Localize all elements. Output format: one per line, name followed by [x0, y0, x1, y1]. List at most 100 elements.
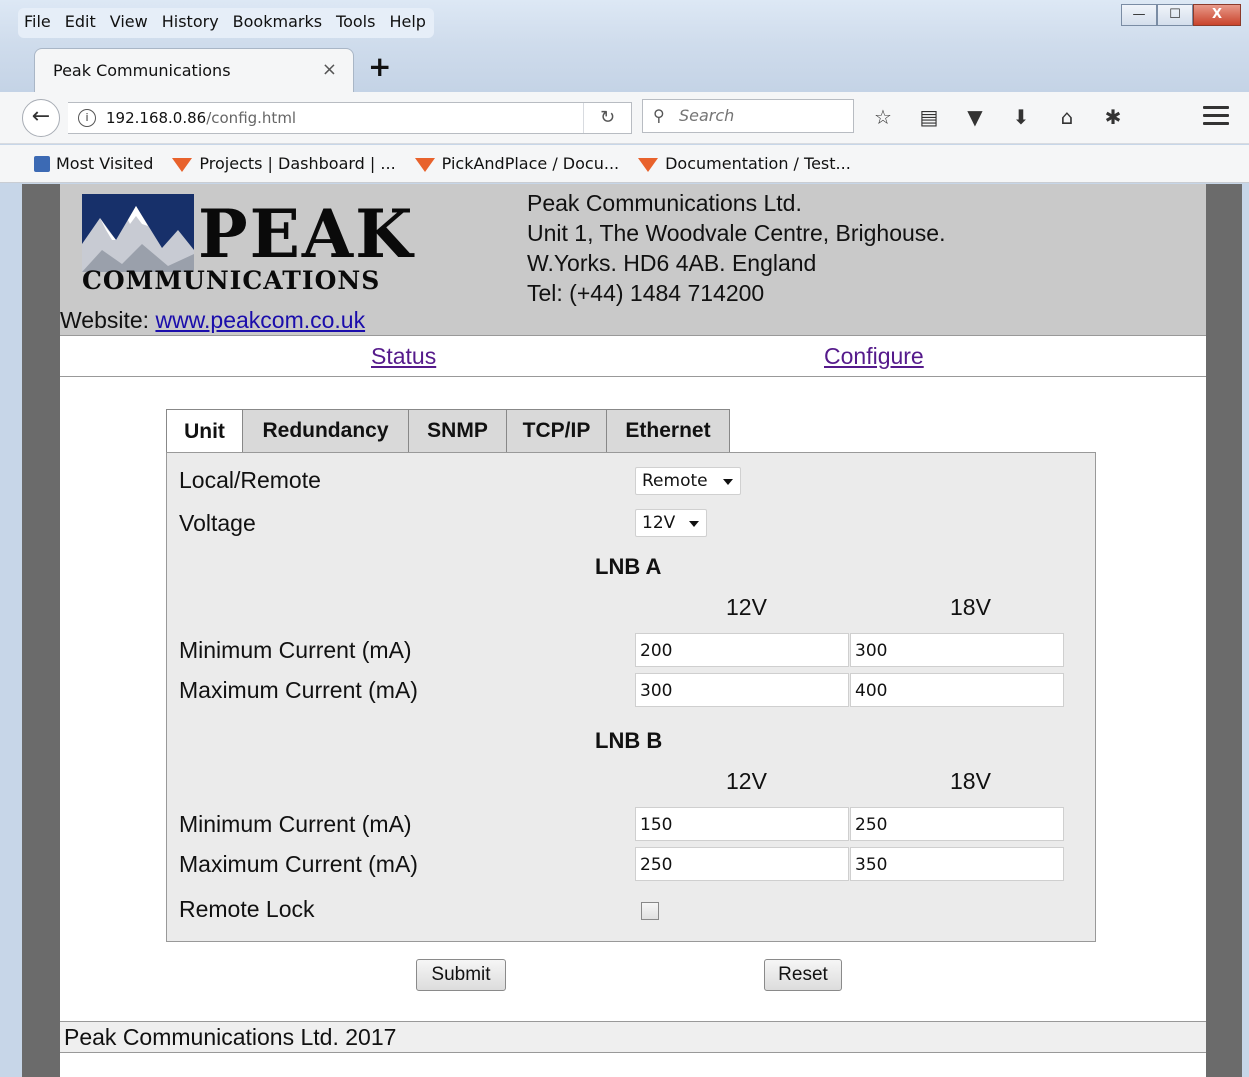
tab-tcpip[interactable]: TCP/IP — [506, 409, 606, 453]
tab-unit[interactable]: Unit — [166, 409, 242, 453]
lnb-a-max-18v-input[interactable]: 400 — [850, 673, 1064, 707]
tab-title: Peak Communications — [53, 61, 231, 80]
submit-button[interactable]: Submit — [416, 959, 506, 991]
search-input[interactable] — [679, 106, 839, 125]
page-header: PEAK COMMUNICATIONS Peak Communications … — [60, 184, 1206, 336]
gitlab-icon — [171, 156, 193, 172]
lnb-b-heading: LNB B — [595, 728, 663, 753]
peak-logo: PEAK COMMUNICATIONS — [82, 192, 516, 302]
bookmark-projects[interactable]: Projects | Dashboard | ... — [171, 154, 396, 173]
lnb-a-min-12v-input[interactable]: 200 — [635, 633, 849, 667]
voltage-select[interactable]: 12V — [635, 509, 707, 537]
bookmark-most-visited[interactable]: Most Visited — [34, 154, 153, 173]
reload-icon[interactable]: ↻ — [583, 103, 631, 133]
extension-icon[interactable]: ✱ — [1100, 104, 1126, 130]
remote-lock-label: Remote Lock — [179, 896, 315, 922]
lnb-a-max-label: Maximum Current (mA) — [179, 677, 418, 703]
bookmark-label: PickAndPlace / Docu... — [441, 154, 620, 173]
nav-configure-link[interactable]: Configure — [824, 343, 924, 370]
navigation-toolbar: ← i 192.168.0.86/config.html ↻ ⚲ ☆ ▤ ▼ ⬇… — [0, 92, 1249, 144]
website-link[interactable]: www.peakcom.co.uk — [155, 307, 365, 333]
menu-bookmarks[interactable]: Bookmarks — [233, 12, 322, 38]
website-label: Website: — [60, 307, 150, 333]
tab-redundancy[interactable]: Redundancy — [242, 409, 408, 453]
menu-view[interactable]: View — [110, 12, 148, 38]
voltage-label: Voltage — [179, 510, 256, 536]
lnb-b-min-18v-input[interactable]: 250 — [850, 807, 1064, 841]
local-remote-label: Local/Remote — [179, 467, 321, 493]
menu-edit[interactable]: Edit — [65, 12, 96, 38]
menu-icon[interactable] — [1203, 106, 1229, 130]
close-window-button[interactable]: X — [1193, 4, 1241, 26]
tab-strip: Peak Communications × + — [0, 44, 1249, 94]
chevron-down-icon — [689, 521, 699, 527]
address-line: W.Yorks. HD6 4AB. England — [527, 250, 817, 276]
bookmark-label: Projects | Dashboard | ... — [199, 154, 396, 173]
menu-help[interactable]: Help — [389, 12, 425, 38]
reader-view-icon[interactable]: ▤ — [916, 104, 942, 130]
download-icon[interactable]: ⬇ — [1008, 104, 1034, 130]
lnb-a-max-12v-input[interactable]: 300 — [635, 673, 849, 707]
pocket-icon[interactable]: ▼ — [962, 104, 988, 130]
info-icon[interactable]: i — [78, 109, 96, 127]
lnb-b-12v-header: 12V — [726, 768, 767, 794]
bookmark-pickandplace[interactable]: PickAndPlace / Docu... — [414, 154, 619, 173]
lnb-b-max-18v-input[interactable]: 350 — [850, 847, 1064, 881]
bookmark-documentation[interactable]: Documentation / Test... — [637, 154, 851, 173]
bookmark-label: Documentation / Test... — [665, 154, 851, 173]
lnb-a-heading: LNB A — [595, 554, 662, 579]
minimize-button[interactable]: — — [1121, 4, 1157, 26]
remote-lock-checkbox[interactable] — [641, 902, 659, 920]
browser-tab[interactable]: Peak Communications × — [34, 48, 354, 94]
local-remote-select[interactable]: Remote — [635, 467, 741, 495]
lnb-b-max-label: Maximum Current (mA) — [179, 851, 418, 877]
lnb-a-min-label: Minimum Current (mA) — [179, 637, 412, 663]
menu-tools[interactable]: Tools — [336, 12, 375, 38]
lnb-b-18v-header: 18V — [950, 768, 991, 794]
new-tab-button[interactable]: + — [368, 50, 391, 83]
nav-status-link[interactable]: Status — [371, 343, 436, 370]
address-line: Peak Communications Ltd. — [527, 190, 802, 216]
bookmark-label: Most Visited — [56, 154, 154, 173]
menu-file[interactable]: File — [24, 12, 51, 38]
maximize-button[interactable]: ☐ — [1157, 4, 1193, 26]
menu-history[interactable]: History — [162, 12, 219, 38]
mountain-icon — [82, 194, 194, 272]
logo-wordmark: PEAK — [198, 195, 415, 273]
tab-ethernet[interactable]: Ethernet — [606, 409, 730, 453]
page-body: PEAK COMMUNICATIONS Peak Communications … — [60, 184, 1206, 1077]
unit-config-panel: Local/Remote Remote Voltage 12V LNB A 12… — [166, 452, 1096, 942]
toolbar-icons: ☆ ▤ ▼ ⬇ ⌂ ✱ — [870, 104, 1126, 130]
gitlab-icon — [637, 156, 659, 172]
gitlab-icon — [414, 156, 436, 172]
url-bar[interactable]: i 192.168.0.86/config.html ↻ — [68, 102, 632, 134]
window-controls: — ☐ X — [1121, 4, 1241, 26]
url-host: 192.168.0.86 — [106, 109, 207, 127]
menu-bar: File Edit View History Bookmarks Tools H… — [0, 0, 1249, 44]
lnb-b-min-label: Minimum Current (mA) — [179, 811, 412, 837]
lnb-a-12v-header: 12V — [726, 594, 767, 620]
chevron-down-icon — [723, 479, 733, 485]
tab-snmp[interactable]: SNMP — [408, 409, 506, 453]
page-nav: Status Configure — [60, 337, 1206, 377]
logo-subtitle: COMMUNICATIONS — [82, 266, 381, 295]
tab-close-icon[interactable]: × — [322, 59, 337, 80]
most-visited-icon — [34, 155, 50, 172]
local-remote-value: Remote — [642, 471, 708, 491]
config-tabs: Unit Redundancy SNMP TCP/IP Ethernet — [166, 409, 730, 453]
menu-items: File Edit View History Bookmarks Tools H… — [18, 8, 434, 38]
address-line: Unit 1, The Woodvale Centre, Brighouse. — [527, 220, 946, 246]
search-icon: ⚲ — [653, 106, 665, 125]
reset-button[interactable]: Reset — [764, 959, 842, 991]
search-box[interactable]: ⚲ — [642, 99, 854, 133]
lnb-b-min-12v-input[interactable]: 150 — [635, 807, 849, 841]
bookmark-star-icon[interactable]: ☆ — [870, 104, 896, 130]
lnb-b-max-12v-input[interactable]: 250 — [635, 847, 849, 881]
voltage-value: 12V — [642, 513, 676, 533]
lnb-a-min-18v-input[interactable]: 300 — [850, 633, 1064, 667]
website-line: Website: www.peakcom.co.uk — [60, 307, 365, 334]
company-address: Peak Communications Ltd. Unit 1, The Woo… — [527, 188, 946, 308]
home-icon[interactable]: ⌂ — [1054, 104, 1080, 130]
lnb-a-18v-header: 18V — [950, 594, 991, 620]
back-button[interactable]: ← — [22, 99, 60, 137]
